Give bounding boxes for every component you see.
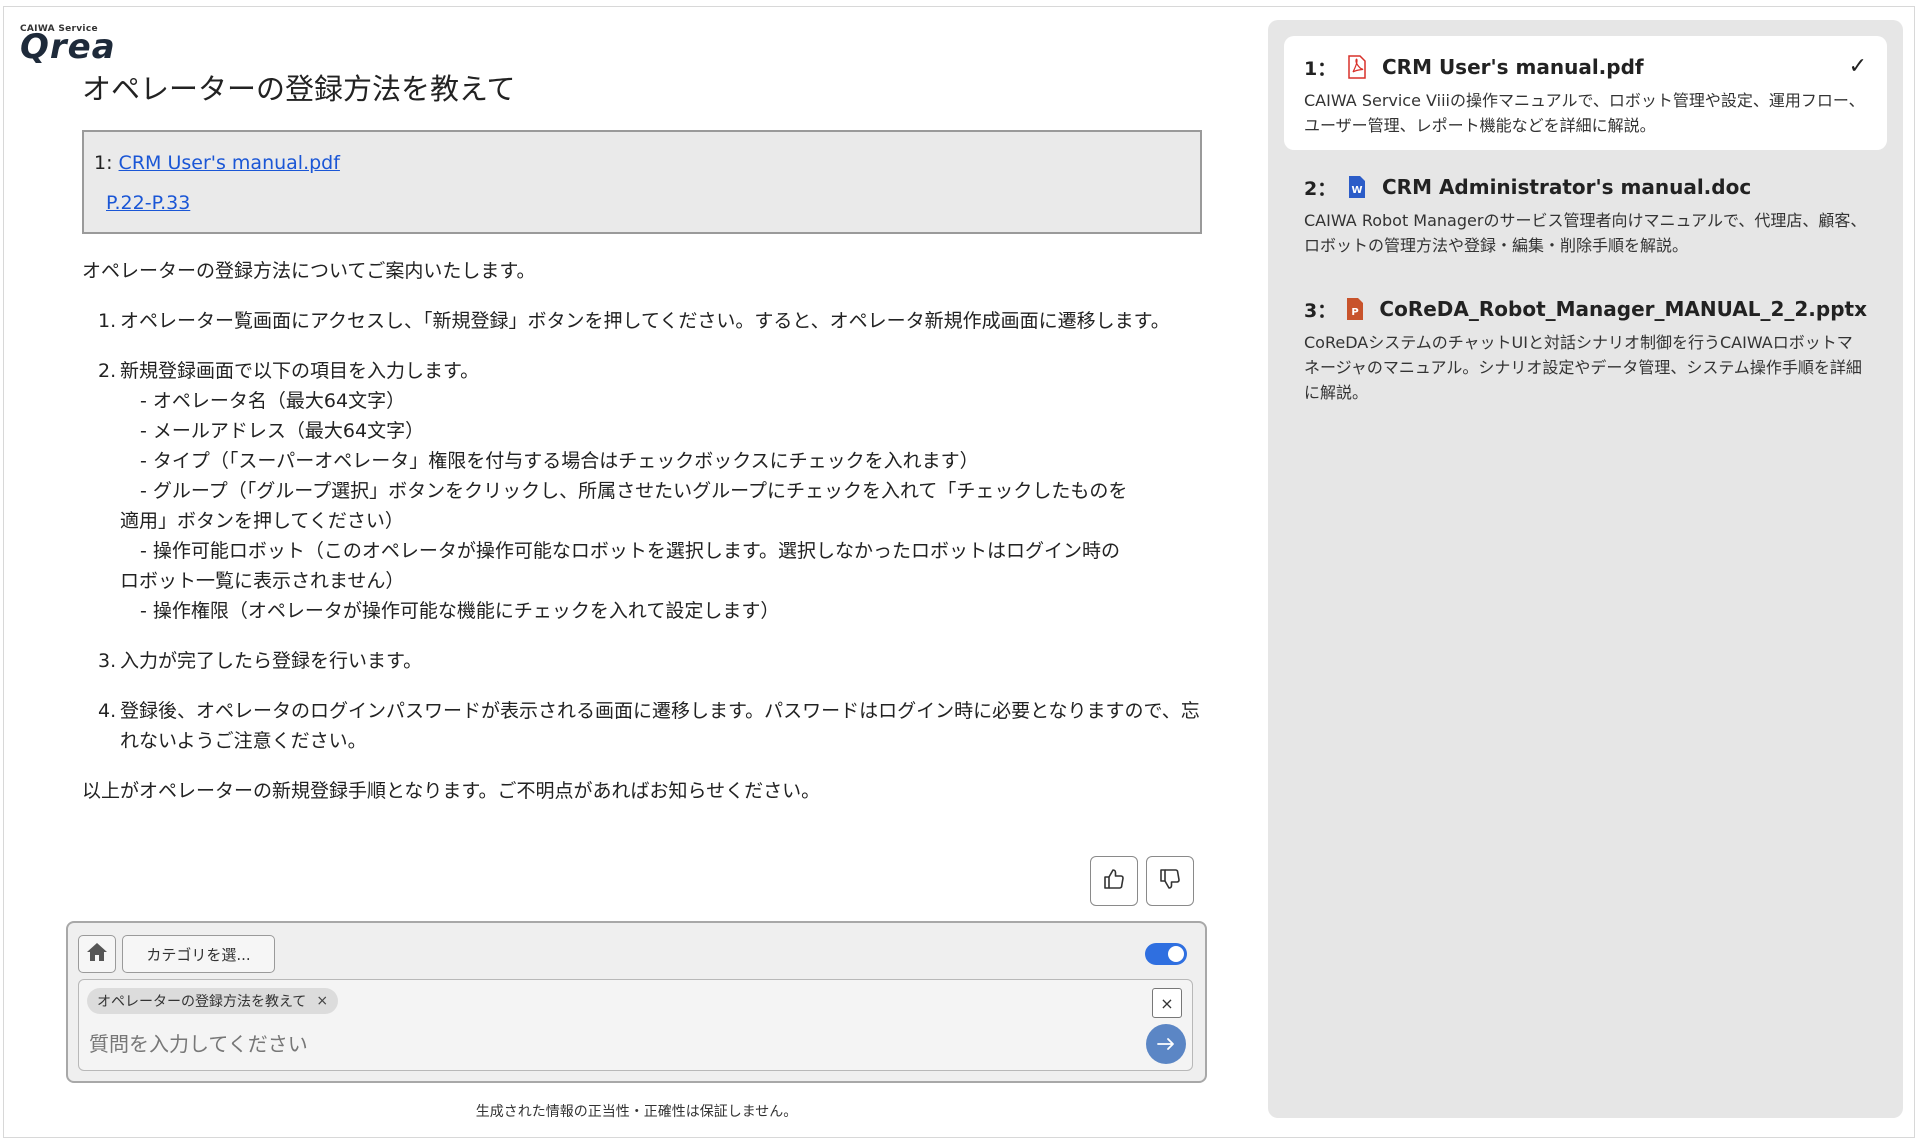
step-subitem: - タイプ（「スーパーオペレータ」権限を付与する場合はチェックボックスにチェック… bbox=[140, 450, 979, 472]
document-description: CAIWA Robot Managerのサービス管理者向けマニュアルで、代理店、… bbox=[1304, 211, 1867, 255]
step-text: 登録後、オペレータのログインパスワードが表示される画面に遷移します。パスワードは… bbox=[120, 700, 1200, 752]
arrow-right-icon bbox=[1157, 1032, 1175, 1056]
step-subitem: - 操作権限（オペレータが操作可能な機能にチェックを入れて設定します） bbox=[140, 600, 780, 622]
list-item: 1. オペレーター覧画面にアクセスし、「新規登録」ボタンを押してください。すると… bbox=[98, 306, 1202, 336]
home-button[interactable] bbox=[78, 935, 116, 973]
logo-wordmark: Qrea bbox=[20, 27, 116, 67]
answer-outro: 以上がオペレーターの新規登録手順となります。ご不明点があればお知らせください。 bbox=[82, 780, 821, 802]
answer-text: オペレーターの登録方法についてご案内いたします。 1. オペレーター覧画面にアク… bbox=[82, 256, 1202, 806]
document-title: CRM Administrator's manual.doc bbox=[1382, 175, 1752, 199]
feedback-buttons bbox=[1090, 856, 1194, 906]
step-subitem: ロボット一覧に表示されません） bbox=[120, 570, 405, 592]
source-documents-panel: 1： CRM User's manual.pdf ✓ CAIWA Service… bbox=[1268, 20, 1903, 1118]
page-title: オペレーターの登録方法を教えて bbox=[82, 72, 516, 106]
document-item[interactable]: 2： W CRM Administrator's manual.doc CAIW… bbox=[1284, 156, 1887, 272]
thumbs-up-button[interactable] bbox=[1090, 856, 1138, 906]
document-item[interactable]: 3： P CoReDA_Robot_Manager_MANUAL_2_2.ppt… bbox=[1284, 278, 1887, 419]
step-text: 新規登録画面で以下の項目を入力します。 bbox=[120, 360, 480, 382]
list-item: 3. 入力が完了したら登録を行います。 bbox=[98, 646, 1202, 676]
send-button[interactable] bbox=[1146, 1024, 1186, 1064]
chip-close-icon[interactable]: × bbox=[316, 993, 328, 1009]
step-text: 入力が完了したら登録を行います。 bbox=[120, 650, 423, 672]
document-number: 1： bbox=[1304, 57, 1337, 80]
clear-button[interactable]: × bbox=[1152, 988, 1182, 1018]
step-text: オペレーター覧画面にアクセスし、「新規登録」ボタンを押してください。すると、オペ… bbox=[120, 310, 1170, 332]
reference-index: 1: bbox=[94, 152, 113, 174]
reference-box: 1: CRM User's manual.pdf P.22-P.33 bbox=[82, 130, 1202, 234]
list-item: 2. 新規登録画面で以下の項目を入力します。 - オペレータ名（最大64文字） … bbox=[98, 356, 1202, 626]
document-description: CoReDAシステムのチャットUIと対話シナリオ制御を行うCAIWAロボットマネ… bbox=[1304, 333, 1862, 402]
app-logo: CAIWA Service Qrea bbox=[20, 24, 135, 67]
toggle-knob bbox=[1168, 946, 1184, 962]
pdf-icon bbox=[1346, 54, 1368, 80]
thumbs-down-icon bbox=[1158, 867, 1182, 895]
question-input[interactable] bbox=[89, 1026, 1109, 1062]
question-field-wrapper: オペレーターの登録方法を教えて × × bbox=[78, 979, 1193, 1071]
document-number: 3： bbox=[1304, 299, 1337, 322]
document-item[interactable]: 1： CRM User's manual.pdf ✓ CAIWA Service… bbox=[1284, 36, 1887, 150]
disclaimer-text: 生成された情報の正当性・正確性は保証しません。 bbox=[475, 1104, 798, 1120]
step-number: 4. bbox=[98, 700, 117, 722]
document-number: 2： bbox=[1304, 177, 1337, 200]
step-subitem: - 操作可能ロボット（このオペレータが操作可能なロボットを選択します。選択しなか… bbox=[140, 540, 1120, 562]
word-icon: W bbox=[1346, 174, 1368, 200]
home-icon bbox=[86, 942, 108, 966]
thumbs-up-icon bbox=[1102, 867, 1126, 895]
thumbs-down-button[interactable] bbox=[1146, 856, 1194, 906]
list-item: 4. 登録後、オペレータのログインパスワードが表示される画面に遷移します。パスワ… bbox=[98, 696, 1202, 756]
step-number: 2. bbox=[98, 360, 117, 382]
step-subitem: 適用」ボタンを押してください） bbox=[120, 510, 404, 532]
step-subitem: - グループ（「グループ選択」ボタンをクリックし、所属させたいグループにチェック… bbox=[140, 480, 1128, 502]
step-subitem: - オペレータ名（最大64文字） bbox=[140, 390, 406, 412]
category-select-button[interactable]: カテゴリを選... bbox=[122, 935, 275, 973]
check-icon: ✓ bbox=[1848, 54, 1867, 79]
mode-toggle[interactable] bbox=[1145, 943, 1187, 965]
reference-pages-link[interactable]: P.22-P.33 bbox=[106, 192, 190, 214]
step-number: 1. bbox=[98, 310, 117, 332]
chat-main: オペレーターの登録方法を教えて 1: CRM User's manual.pdf… bbox=[82, 62, 1202, 806]
reference-file-link[interactable]: CRM User's manual.pdf bbox=[119, 152, 340, 174]
powerpoint-icon: P bbox=[1344, 296, 1365, 322]
svg-text:P: P bbox=[1351, 307, 1358, 318]
query-chip: オペレーターの登録方法を教えて × bbox=[87, 988, 339, 1014]
step-subitem: - メールアドレス（最大64文字） bbox=[140, 420, 425, 442]
answer-steps: 1. オペレーター覧画面にアクセスし、「新規登録」ボタンを押してください。すると… bbox=[82, 306, 1202, 756]
answer-intro: オペレーターの登録方法についてご案内いたします。 bbox=[82, 260, 536, 282]
document-title: CoReDA_Robot_Manager_MANUAL_2_2.pptx bbox=[1379, 297, 1867, 321]
chat-input-area: カテゴリを選... オペレーターの登録方法を教えて × × bbox=[66, 921, 1207, 1083]
step-number: 3. bbox=[98, 650, 117, 672]
svg-text:W: W bbox=[1351, 185, 1362, 196]
document-description: CAIWA Service Viiiの操作マニュアルで、ロボット管理や設定、運用… bbox=[1304, 91, 1865, 135]
document-title: CRM User's manual.pdf bbox=[1382, 55, 1644, 79]
chip-label: オペレーターの登録方法を教えて bbox=[97, 994, 307, 1010]
